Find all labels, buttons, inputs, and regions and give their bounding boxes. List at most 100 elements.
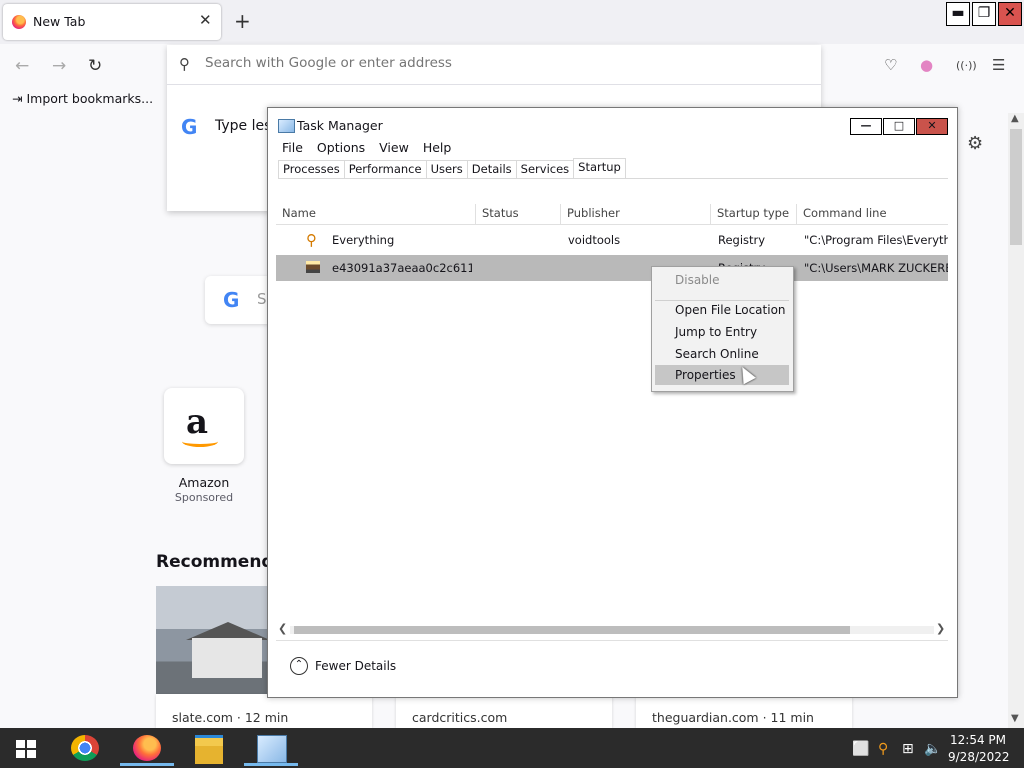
menu-view[interactable]: View: [379, 140, 409, 155]
tab-strip: New Tab ✕ + ▬ ❐ ✕: [0, 0, 1024, 44]
divider: [276, 640, 948, 641]
notification-icon[interactable]: ⬜: [852, 741, 869, 757]
row-command-line: "C:\Program Files\Everything\E: [804, 233, 948, 247]
browser-tab[interactable]: New Tab ✕: [3, 4, 221, 40]
google-icon: G: [223, 288, 240, 312]
shortcut-tile-amazon[interactable]: a: [164, 388, 244, 464]
table-row[interactable]: e43091a37aeaa0c2c611d... Registry "C:\Us…: [276, 255, 948, 281]
horizontal-scrollbar[interactable]: ❮ ❯: [276, 622, 948, 638]
story-source: theguardian.com · 11 min: [652, 710, 814, 725]
clock-date[interactable]: 9/28/2022: [948, 750, 1010, 764]
page-scrollbar[interactable]: ▲ ▼: [1008, 113, 1024, 728]
taskbar-firefox[interactable]: [120, 730, 174, 766]
window-title: Task Manager: [297, 118, 383, 133]
bookmarks-toolbar: ⇥ Import bookmarks...: [12, 91, 153, 106]
import-icon: ⇥: [12, 91, 23, 106]
volume-icon[interactable]: 🔈: [924, 741, 941, 757]
col-status[interactable]: Status: [476, 204, 561, 224]
menu-file[interactable]: File: [282, 140, 303, 155]
windows-logo-pane: [27, 740, 36, 748]
minimize-button[interactable]: —: [850, 118, 882, 135]
taskbar-chrome[interactable]: [58, 730, 112, 766]
story-source: cardcritics.com: [412, 710, 508, 725]
tab-bar: Processes Performance Users Details Services…: [278, 158, 626, 179]
menu-item-search-online[interactable]: Search Online: [655, 344, 789, 364]
row-name: e43091a37aeaa0c2c611d...: [332, 261, 472, 275]
story-card[interactable]: slate.com · 12 min: [156, 694, 372, 728]
table-row[interactable]: ⚲ Everything voidtools Registry "C:\Prog…: [276, 227, 948, 253]
scrollbar-thumb[interactable]: [1010, 129, 1022, 245]
taskbar-file-explorer[interactable]: [182, 730, 236, 766]
network-icon[interactable]: ⊞: [902, 741, 914, 757]
story-image[interactable]: [156, 586, 270, 694]
tab-performance[interactable]: Performance: [343, 160, 427, 179]
tab-processes[interactable]: Processes: [278, 160, 345, 179]
menu-item-properties[interactable]: Properties: [655, 365, 789, 385]
close-tab-icon[interactable]: ✕: [199, 11, 212, 29]
divider: [278, 178, 948, 179]
start-button[interactable]: [16, 740, 36, 758]
restore-window-button[interactable]: ❐: [972, 2, 996, 26]
close-button[interactable]: ✕: [916, 118, 948, 135]
tab-details[interactable]: Details: [466, 160, 517, 179]
fewer-details-label: Fewer Details: [315, 659, 397, 673]
newtab-settings-icon[interactable]: ⚙: [967, 133, 983, 154]
import-bookmarks-link[interactable]: Import bookmarks...: [26, 91, 153, 106]
task-manager-window: Task Manager — □ ✕ File Options View Help P…: [267, 107, 958, 698]
tab-services[interactable]: Services: [515, 160, 575, 179]
windows-logo-pane: [16, 740, 25, 748]
scroll-up-icon[interactable]: ▲: [1011, 113, 1019, 124]
close-window-button[interactable]: ✕: [998, 2, 1022, 26]
scroll-left-icon[interactable]: ❮: [278, 622, 287, 635]
chrome-icon: [71, 735, 99, 761]
story-card[interactable]: theguardian.com · 11 min: [636, 694, 852, 728]
everything-search-icon[interactable]: ⚲: [878, 741, 888, 757]
firefox-icon: [133, 735, 161, 761]
app-icon: [306, 261, 320, 273]
task-manager-icon: [257, 735, 287, 763]
divider: [167, 84, 821, 85]
row-startup-type: Registry: [718, 233, 766, 247]
menu-help[interactable]: Help: [423, 140, 452, 155]
column-header: Name Status Publisher Startup type Comma…: [276, 204, 948, 225]
menu-item-jump-to-entry[interactable]: Jump to Entry: [655, 322, 789, 342]
menu-icon[interactable]: ☰: [992, 56, 1005, 74]
col-startup-type[interactable]: Startup type: [711, 204, 797, 224]
col-publisher[interactable]: Publisher: [561, 204, 711, 224]
taskbar-task-manager[interactable]: [244, 730, 298, 766]
new-tab-button[interactable]: +: [234, 9, 251, 33]
extensions-icon[interactable]: ((·)): [956, 59, 977, 72]
menu-options[interactable]: Options: [317, 140, 365, 155]
back-button[interactable]: ←: [15, 56, 29, 76]
task-manager-icon: [278, 119, 295, 133]
google-icon: G: [181, 115, 198, 139]
story-source: slate.com · 12 min: [172, 710, 289, 725]
tab-title: New Tab: [33, 14, 86, 29]
scrollbar-thumb[interactable]: [294, 626, 850, 634]
shortcut-label: Amazon: [178, 475, 230, 490]
tab-startup[interactable]: Startup: [573, 158, 626, 179]
firefox-icon: [12, 15, 26, 29]
col-name[interactable]: Name: [276, 204, 476, 224]
windows-logo-pane: [27, 750, 36, 758]
row-publisher: voidtools: [568, 233, 621, 247]
forward-button[interactable]: →: [52, 56, 66, 76]
task-manager-titlebar[interactable]: Task Manager — □ ✕: [268, 108, 957, 138]
story-card[interactable]: cardcritics.com: [396, 694, 612, 728]
col-command-line[interactable]: Command line: [797, 204, 948, 224]
menu-bar: File Options View Help: [282, 140, 465, 155]
scroll-right-icon[interactable]: ❯: [936, 622, 945, 635]
tab-users[interactable]: Users: [425, 160, 468, 179]
minimize-window-button[interactable]: ▬: [946, 2, 970, 26]
scroll-down-icon[interactable]: ▼: [1011, 713, 1019, 724]
folder-icon: [195, 735, 223, 764]
url-input[interactable]: [203, 54, 807, 72]
account-icon[interactable]: ●: [920, 56, 933, 74]
clock-time[interactable]: 12:54 PM: [948, 733, 1008, 747]
menu-item-open-file-location[interactable]: Open File Location: [655, 300, 789, 320]
pocket-icon[interactable]: ♡: [884, 56, 897, 74]
row-command-line: "C:\Users\MARK ZUCKERBERG: [804, 261, 948, 275]
maximize-button[interactable]: □: [883, 118, 915, 135]
taskbar: ⬜ ⚲ ⊞ 🔈 12:54 PM 9/28/2022: [0, 728, 1024, 768]
reload-button[interactable]: ↻: [88, 56, 102, 76]
